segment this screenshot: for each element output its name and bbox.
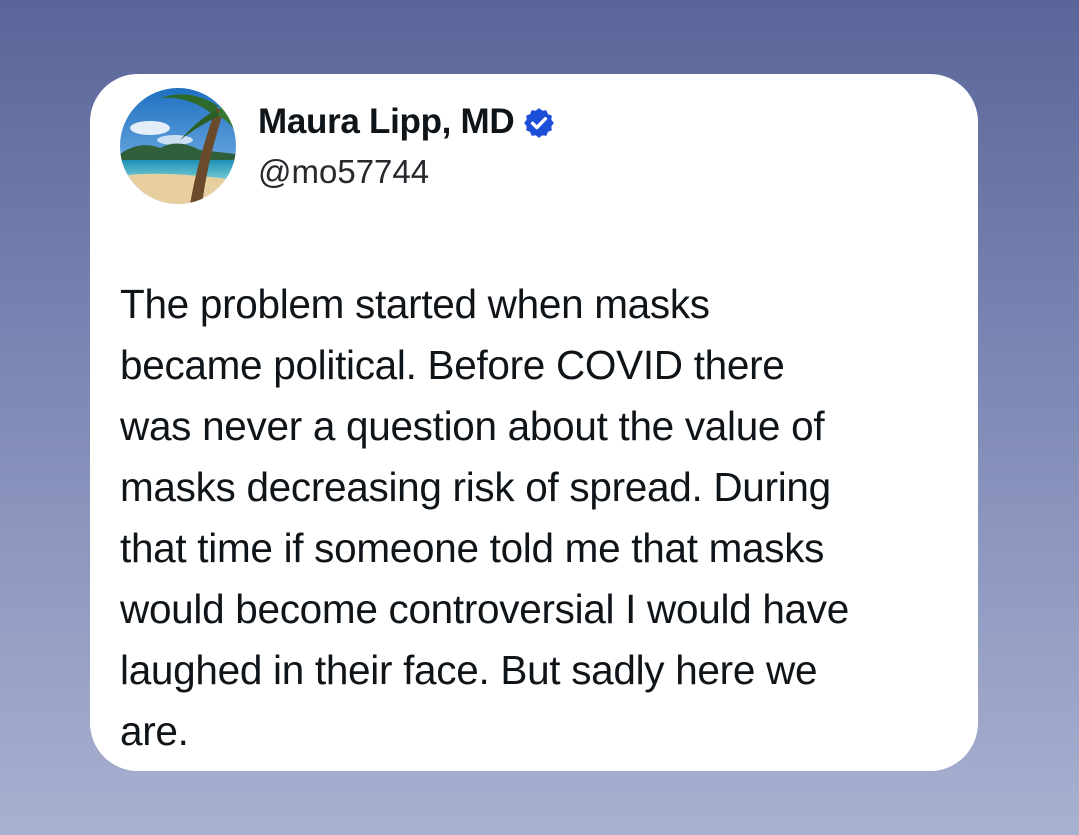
tweet-card: Maura Lipp, MD @mo57744 The problem star… (90, 74, 978, 771)
tweet-line: masks decreasing risk of spread. During (120, 464, 831, 510)
author-name-row: Maura Lipp, MD (258, 102, 556, 142)
tweet-line: The problem started when masks (120, 281, 710, 327)
tweet-line: that time if someone told me that masks (120, 525, 825, 571)
tweet-line: are. (120, 708, 189, 754)
author-name[interactable]: Maura Lipp, MD (258, 102, 515, 142)
tweet-body: The problem started when masks became po… (120, 274, 960, 762)
beach-palm-avatar-icon (120, 88, 236, 204)
tweet-line: was never a question about the value of (120, 403, 825, 449)
author-handle[interactable]: @mo57744 (258, 153, 429, 191)
tweet-line: laughed in their face. But sadly here we (120, 647, 818, 693)
tweet-line: would become controversial I would have (120, 586, 849, 632)
verified-badge-icon (522, 106, 556, 140)
tweet-line: became political. Before COVID there (120, 342, 785, 388)
author-avatar[interactable] (120, 88, 236, 204)
